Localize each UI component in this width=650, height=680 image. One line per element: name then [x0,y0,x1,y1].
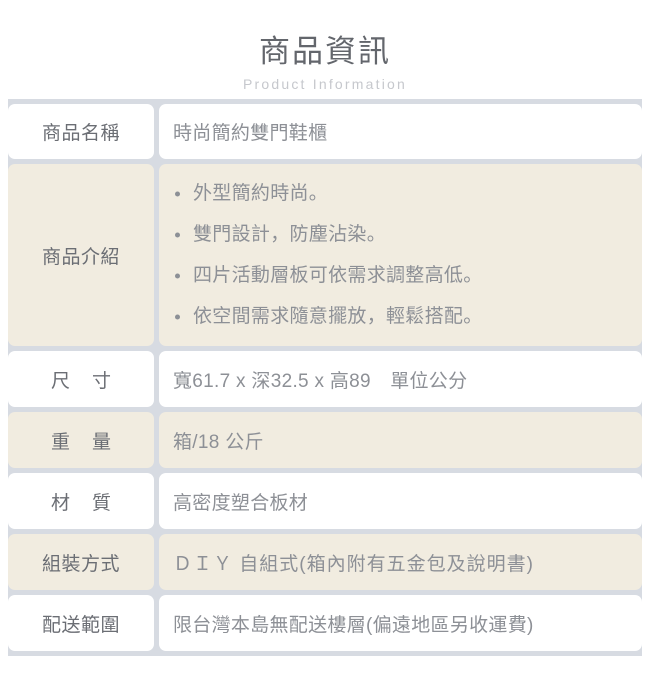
bullet-dot-icon [175,314,180,319]
row-value-assembly: ＤＩＹ 自組式(箱內附有五金包及說明書) [159,534,642,590]
table-row-assembly: 組裝方式 ＤＩＹ 自組式(箱內附有五金包及說明書) [8,534,642,590]
page-subtitle: Product Information [243,76,407,92]
list-item: 依空間需求隨意擺放，輕鬆搭配。 [173,296,628,337]
row-label-weight-text: 重量 [50,431,133,453]
page-title: 商品資訊 [259,34,391,69]
row-label-material: 材質 [8,473,154,529]
row-value-product-name: 時尚簡約雙門鞋櫃 [159,104,642,159]
list-item: 外型簡約時尚。 [173,173,628,214]
row-value-product-intro: 外型簡約時尚。 雙門設計，防塵沾染。 四片活動層板可依需求調整高低。 依空間需求… [159,164,642,346]
table-row-weight: 重量 箱/18 公斤 [8,412,642,468]
row-label-dimensions-text: 尺寸 [50,370,133,392]
list-item: 四片活動層板可依需求調整高低。 [173,255,628,296]
row-label-shipping: 配送範圍 [8,595,154,651]
list-item-text: 四片活動層板可依需求調整高低。 [193,265,483,286]
row-label-weight: 重量 [8,412,154,468]
table-row-product-intro: 商品介紹 外型簡約時尚。 雙門設計，防塵沾染。 四片活動層板可依需求調整高低。 [8,164,642,346]
bullet-dot-icon [175,273,180,278]
table-row-product-name: 商品名稱 時尚簡約雙門鞋櫃 [8,104,642,159]
row-value-shipping: 限台灣本島無配送樓層(偏遠地區另收運費) [159,595,642,651]
list-item: 雙門設計，防塵沾染。 [173,214,628,255]
row-value-weight: 箱/18 公斤 [159,412,642,468]
row-label-material-text: 材質 [50,492,133,514]
table-row-shipping: 配送範圍 限台灣本島無配送樓層(偏遠地區另收運費) [8,595,642,651]
row-label-product-name: 商品名稱 [8,104,154,159]
bullet-dot-icon [175,191,180,196]
product-information-page: 商品資訊 Product Information 商品名稱 時尚簡約雙門鞋櫃 商… [0,0,650,680]
row-label-dimensions: 尺寸 [8,351,154,407]
list-item-text: 雙門設計，防塵沾染。 [193,224,387,245]
row-value-material: 高密度塑合板材 [159,473,642,529]
page-header: 商品資訊 Product Information [0,0,650,93]
bullet-dot-icon [175,232,180,237]
row-value-dimensions: 寬61.7 x 深32.5 x 高89 單位公分 [159,351,642,407]
specification-table: 商品名稱 時尚簡約雙門鞋櫃 商品介紹 外型簡約時尚。 雙門設計，防塵沾染。 四片… [8,99,642,656]
row-label-assembly: 組裝方式 [8,534,154,590]
table-row-dimensions: 尺寸 寬61.7 x 深32.5 x 高89 單位公分 [8,351,642,407]
list-item-text: 外型簡約時尚。 [193,183,329,204]
feature-bullet-list: 外型簡約時尚。 雙門設計，防塵沾染。 四片活動層板可依需求調整高低。 依空間需求… [173,173,628,337]
list-item-text: 依空間需求隨意擺放，輕鬆搭配。 [193,306,483,327]
row-label-product-intro: 商品介紹 [8,164,154,346]
table-row-material: 材質 高密度塑合板材 [8,473,642,529]
